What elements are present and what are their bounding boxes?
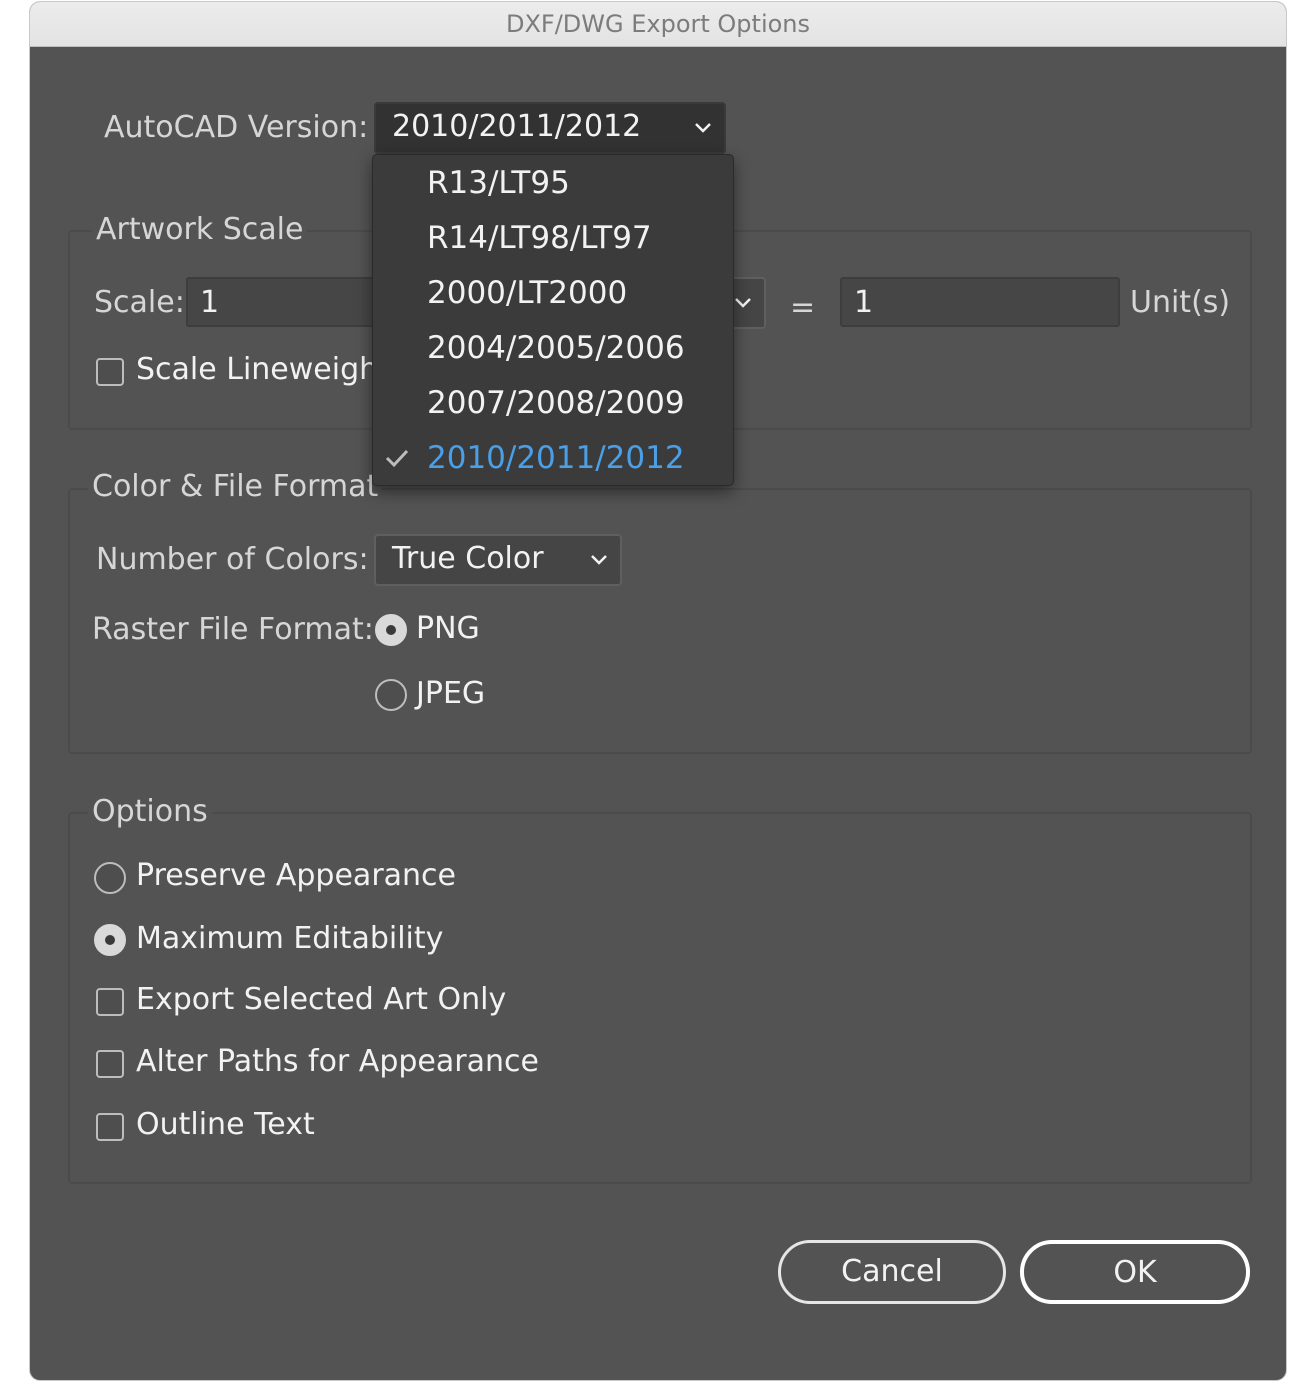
window-title: DXF/DWG Export Options: [30, 2, 1286, 47]
menu-item-2010[interactable]: 2010/2011/2012: [373, 432, 733, 487]
jpeg-radio[interactable]: [375, 679, 407, 711]
units-input[interactable]: 1: [840, 277, 1120, 327]
alter-paths-label: Alter Paths for Appearance: [136, 1044, 539, 1079]
outline-text-label: Outline Text: [136, 1107, 315, 1142]
scale-input-value: 1: [200, 285, 220, 320]
export-options-dialog: DXF/DWG Export Options AutoCAD Version: …: [30, 2, 1286, 1380]
menu-item-r13[interactable]: R13/LT95: [373, 157, 733, 212]
autocad-version-menu: R13/LT95 R14/LT98/LT97 2000/LT2000 2004/…: [372, 154, 734, 486]
menu-item-r14[interactable]: R14/LT98/LT97: [373, 212, 733, 267]
preserve-appearance-label: Preserve Appearance: [136, 858, 456, 893]
export-selected-art-label: Export Selected Art Only: [136, 982, 507, 1017]
jpeg-label: JPEG: [416, 676, 486, 711]
number-of-colors-label: Number of Colors:: [96, 542, 369, 577]
chevron-down-icon: [695, 123, 711, 133]
chevron-down-icon: [735, 298, 751, 308]
equals-sign: =: [790, 290, 816, 325]
cancel-button[interactable]: Cancel: [778, 1240, 1006, 1304]
checkmark-icon: [385, 449, 409, 468]
number-of-colors-select[interactable]: True Color: [374, 534, 622, 586]
png-radio[interactable]: [375, 614, 407, 646]
png-label: PNG: [416, 611, 480, 646]
menu-item-2000[interactable]: 2000/LT2000: [373, 267, 733, 322]
scale-lineweights-checkbox[interactable]: [96, 358, 124, 386]
maximum-editability-label: Maximum Editability: [136, 921, 444, 956]
chevron-down-icon: [591, 555, 607, 565]
options-title: Options: [88, 794, 212, 829]
alter-paths-checkbox[interactable]: [96, 1050, 124, 1078]
number-of-colors-value: True Color: [392, 541, 544, 576]
color-file-format-title: Color & File Format: [88, 469, 383, 504]
export-selected-art-checkbox[interactable]: [96, 988, 124, 1016]
menu-item-2007[interactable]: 2007/2008/2009: [373, 377, 733, 432]
scale-lineweights-label: Scale Lineweight: [136, 352, 390, 387]
autocad-version-label: AutoCAD Version:: [104, 110, 369, 145]
scale-label: Scale:: [94, 285, 185, 320]
units-label: Unit(s): [1130, 285, 1231, 320]
ok-button[interactable]: OK: [1020, 1240, 1250, 1304]
scale-input[interactable]: 1: [186, 277, 386, 327]
preserve-appearance-radio[interactable]: [94, 862, 126, 894]
maximum-editability-radio[interactable]: [94, 924, 126, 956]
outline-text-checkbox[interactable]: [96, 1113, 124, 1141]
raster-format-label: Raster File Format:: [92, 612, 374, 647]
autocad-version-value: 2010/2011/2012: [392, 109, 642, 144]
autocad-version-select[interactable]: 2010/2011/2012: [374, 102, 726, 154]
artwork-scale-title: Artwork Scale: [92, 212, 308, 247]
menu-item-2004[interactable]: 2004/2005/2006: [373, 322, 733, 377]
units-input-value: 1: [854, 285, 874, 320]
